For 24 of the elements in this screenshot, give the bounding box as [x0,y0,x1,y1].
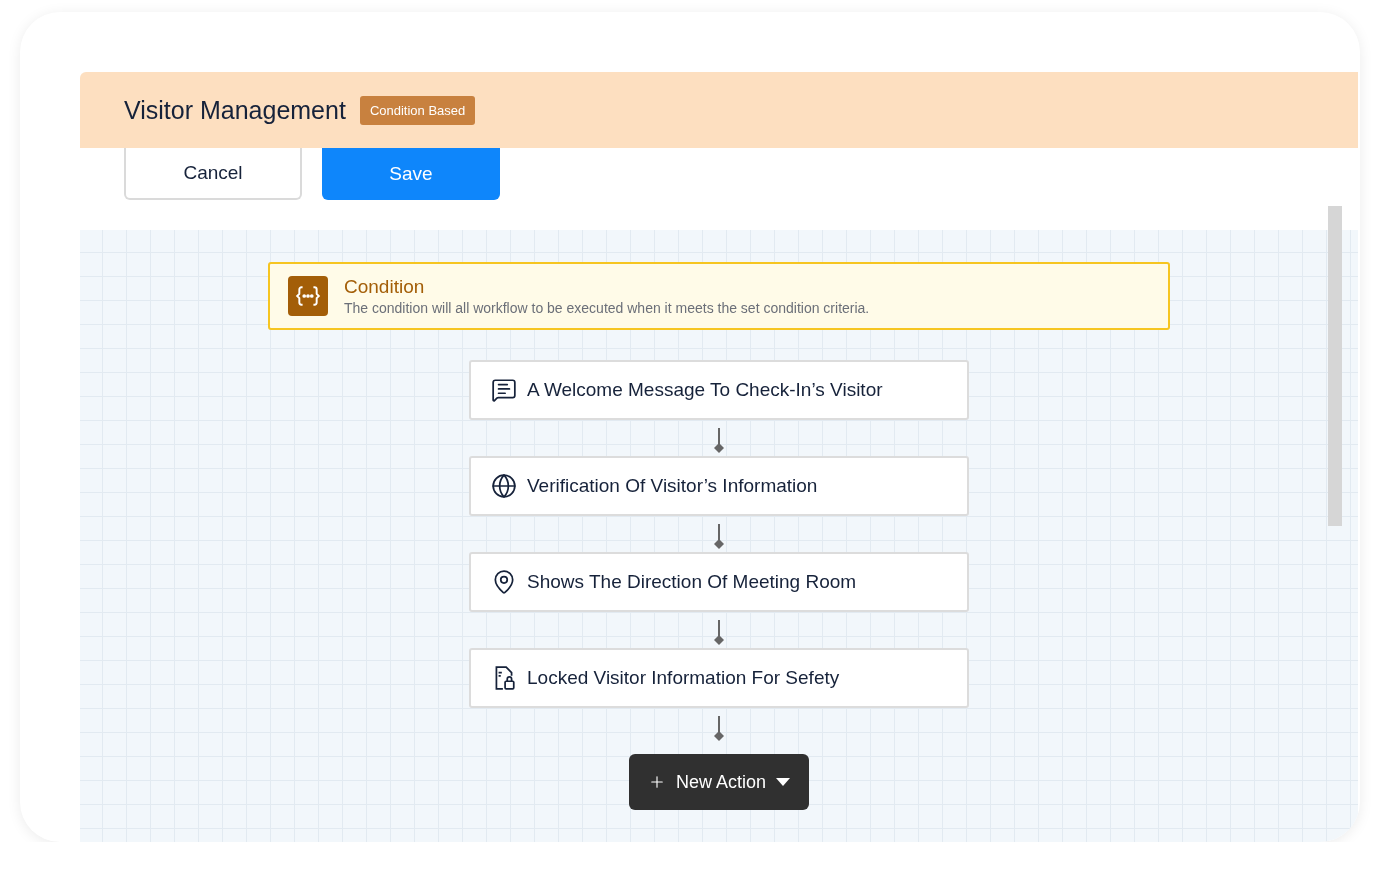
step-label: Shows The Direction Of Meeting Room [527,571,857,593]
action-step[interactable]: Verification Of Visitor’s Information [469,456,969,516]
connector-line [712,428,726,456]
page-title: Visitor Management [124,95,346,125]
globe-icon [491,473,517,499]
condition-title: Condition [344,276,426,298]
caret-icon [776,778,790,786]
connector-line [712,524,726,552]
connector-line [712,620,726,648]
action-step[interactable]: A Welcome Message To Check-In’s Visitor [469,360,969,420]
save-button[interactable]: Save [322,148,500,200]
condition-description: The condition will all workflow to be executed when it meets the set condition criteria. [344,300,870,316]
new-action-button[interactable]: New Action [629,754,809,810]
scrollbar[interactable] [1328,206,1342,526]
message-icon [491,377,517,403]
action-step[interactable]: Shows The Direction Of Meeting Room [469,552,969,612]
step-label: Verification Of Visitor’s Information [527,475,818,497]
cancel-button[interactable]: Cancel [124,148,302,200]
condition-tag: Condition Based [359,95,476,125]
connector-line [712,716,726,744]
step-label: A Welcome Message To Check-In’s Visitor [527,379,883,401]
braces-icon [288,276,328,316]
action-step[interactable]: Locked Visitor Information For Sefety [469,648,969,708]
step-label: Locked Visitor Information For Sefety [527,667,840,689]
